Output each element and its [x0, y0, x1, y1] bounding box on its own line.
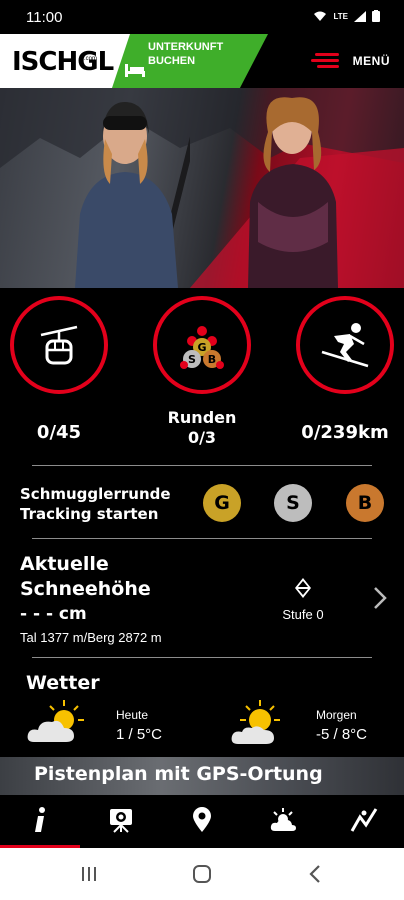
tab-location[interactable]	[162, 795, 242, 845]
booking-line1: UNTERKUNFT	[148, 41, 224, 53]
logo-wordmark: ISCHGL	[12, 47, 114, 77]
menu-button[interactable]: MENÜ	[310, 52, 390, 70]
rounds-label: Runden	[167, 408, 237, 427]
bottom-tab-bar	[0, 795, 404, 845]
avalanche-level-icon	[295, 578, 311, 598]
divider	[32, 465, 372, 466]
tracking-line2: Tracking starten	[20, 505, 159, 523]
app-header: ISCHGL .com UNTERKUNFT BUCHEN MENÜ	[0, 34, 404, 88]
weather-title: Wetter	[26, 672, 100, 694]
wifi-icon	[314, 11, 327, 21]
chevron-right-icon[interactable]	[370, 584, 390, 612]
snow-depth-section[interactable]: Aktuelle Schneehöhe - - - cm Tal 1377 m/…	[0, 550, 404, 650]
status-time: 11:00	[26, 9, 63, 26]
weather-section[interactable]: Wetter Heute 1 / 5°C Morgen -5 / 8°C	[0, 668, 404, 758]
km-stat[interactable]: 0/239km	[290, 296, 400, 443]
logo-text: ISCHGL	[12, 40, 114, 78]
snow-title-line1: Aktuelle	[20, 553, 109, 575]
snow-value: - - - cm	[20, 604, 87, 624]
stats-row: 0/45 G S B Runden 0/3 0/239km	[0, 296, 404, 448]
weather-icon	[270, 808, 296, 831]
webcam-icon	[110, 809, 132, 833]
signal-icon	[354, 10, 366, 22]
tracking-line1: Schmugglerrunde	[20, 485, 171, 503]
medals-icon: G S B	[180, 326, 224, 369]
avalanche-level-label: Stufe 0	[282, 607, 324, 622]
bed-icon	[125, 64, 145, 77]
back-icon	[309, 865, 320, 883]
skier-figure	[75, 102, 190, 288]
tracking-section[interactable]: Schmugglerrunde Tracking starten G S B	[0, 478, 404, 526]
tracking-label: Schmugglerrunde Tracking starten	[20, 484, 171, 524]
weather-today-label: Heute	[116, 708, 149, 722]
rounds-stat[interactable]: G S B Runden 0/3	[147, 296, 257, 448]
woman-figure	[248, 97, 338, 288]
svg-text:G: G	[197, 341, 206, 354]
info-icon	[35, 807, 45, 832]
skier-icon	[321, 323, 369, 368]
gondola-icon	[40, 325, 78, 365]
booking-line2: BUCHEN	[148, 55, 196, 67]
silver-medal-button[interactable]: S	[274, 484, 312, 522]
menu-icon	[310, 52, 339, 70]
avalanche-level: Stufe 0	[270, 576, 336, 622]
weather-today-temp: 1 / 5°C	[116, 726, 163, 743]
svg-text:S: S	[188, 353, 196, 366]
lifts-value: 0/45	[36, 422, 82, 443]
svg-text:B: B	[208, 353, 216, 366]
logo-suffix: .com	[84, 56, 98, 62]
logo[interactable]: ISCHGL .com	[0, 34, 130, 88]
tracking-icon	[350, 808, 378, 832]
recent-apps-button[interactable]	[74, 860, 104, 888]
snow-title: Aktuelle Schneehöhe	[20, 552, 151, 602]
lifts-circle	[10, 296, 108, 394]
status-bar: 11:00 LTE	[0, 0, 404, 34]
status-icons: LTE	[313, 10, 380, 22]
piste-map-banner[interactable]: Pistenplan mit GPS-Ortung	[0, 757, 404, 795]
booking-label: UNTERKUNFT BUCHEN	[148, 40, 223, 68]
weather-tomorrow-temp: -5 / 8°C	[316, 726, 368, 743]
rounds-value: 0/3	[187, 428, 217, 447]
sun-cloud-icon	[231, 700, 280, 744]
km-value: 0/239km	[301, 422, 389, 443]
tab-webcam[interactable]	[81, 795, 161, 845]
network-label: LTE	[333, 11, 348, 21]
piste-map-label: Pistenplan mit GPS-Ortung	[34, 763, 323, 785]
rounds-circle: G S B	[153, 296, 251, 394]
weather-tomorrow-label: Morgen	[316, 708, 357, 722]
gold-medal-button[interactable]: G	[203, 484, 241, 522]
divider	[32, 657, 372, 658]
tab-weather[interactable]	[243, 795, 323, 845]
tab-info[interactable]	[0, 795, 80, 845]
recent-apps-icon	[82, 867, 96, 881]
bronze-medal-button[interactable]: B	[346, 484, 384, 522]
booking-button[interactable]: UNTERKUNFT BUCHEN	[112, 34, 268, 88]
home-icon	[193, 865, 211, 883]
back-button[interactable]	[300, 860, 330, 888]
location-icon	[193, 807, 211, 832]
lifts-stat[interactable]: 0/45	[4, 296, 114, 443]
snow-detail: Tal 1377 m/Berg 2872 m	[20, 630, 162, 645]
system-nav-bar	[0, 848, 404, 900]
km-circle	[296, 296, 394, 394]
tab-tracking[interactable]	[324, 795, 404, 845]
sun-cloud-icon	[27, 700, 84, 742]
divider	[32, 538, 372, 539]
home-button[interactable]	[187, 860, 217, 888]
battery-icon	[372, 10, 380, 22]
snow-title-line2: Schneehöhe	[20, 578, 151, 600]
menu-label: MENÜ	[352, 54, 390, 68]
hero-image	[0, 88, 404, 288]
